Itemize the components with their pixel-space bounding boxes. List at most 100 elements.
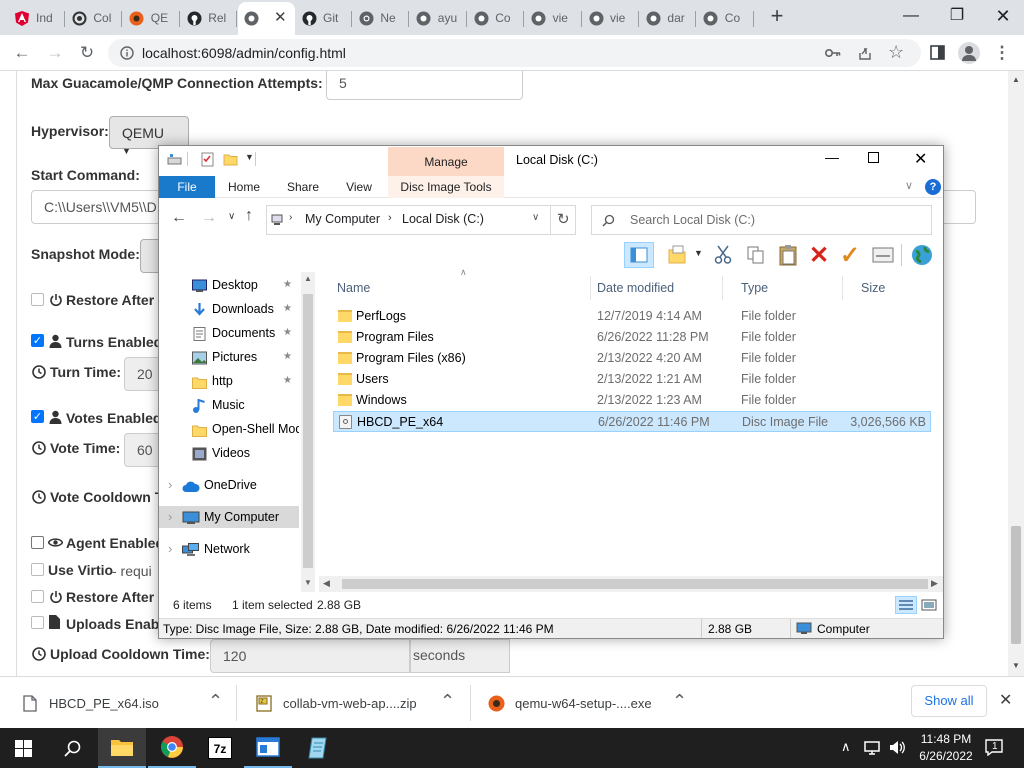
explorer-minimize-button[interactable]: — bbox=[825, 149, 839, 165]
use-virtio-checkbox[interactable] bbox=[31, 563, 44, 576]
file-row[interactable]: Windows 2/13/2022 1:23 AM File folder bbox=[333, 390, 931, 411]
rename-checkmark-icon[interactable]: ✓ bbox=[840, 241, 860, 270]
network-tray-icon[interactable] bbox=[864, 741, 880, 755]
windows-start-icon[interactable] bbox=[15, 740, 32, 757]
breadcrumb-local-disk[interactable]: Local Disk (C:) bbox=[402, 212, 484, 226]
taskbar-file-explorer[interactable] bbox=[98, 728, 146, 768]
browser-tab[interactable]: Co bbox=[697, 4, 754, 32]
help-icon[interactable]: ? bbox=[925, 179, 941, 195]
file-row[interactable]: HBCD_PE_x64 6/26/2022 11:46 PM Disc Image … bbox=[333, 411, 931, 432]
file-list-horizontal-scrollbar[interactable]: ◀ ▶ bbox=[319, 576, 943, 592]
browser-tab[interactable]: Rel bbox=[180, 4, 238, 32]
cut-icon[interactable] bbox=[714, 245, 732, 265]
nav-item[interactable]: Desktop ★ bbox=[159, 274, 299, 296]
key-icon[interactable] bbox=[825, 47, 841, 59]
show-hidden-icons-icon[interactable]: ∧ bbox=[841, 739, 851, 755]
explorer-titlebar[interactable]: ▼ Manage Local Disk (C:) — ✕ bbox=[159, 146, 943, 176]
properties-card-icon[interactable] bbox=[872, 247, 894, 263]
expand-chevron-icon[interactable]: › bbox=[168, 474, 172, 496]
file-row[interactable]: PerfLogs 12/7/2019 4:14 AM File folder bbox=[333, 306, 931, 327]
browser-tab[interactable]: Ne bbox=[352, 4, 410, 32]
nav-item[interactable]: Videos bbox=[159, 442, 299, 464]
properties-icon[interactable] bbox=[200, 152, 215, 167]
recent-locations-icon[interactable]: ∨ bbox=[228, 211, 235, 222]
restore-after-2-checkbox[interactable] bbox=[31, 590, 44, 603]
notification-center[interactable]: 1 bbox=[985, 738, 1003, 757]
close-tab-icon[interactable]: ✕ bbox=[274, 8, 287, 26]
upload-cooldown-input[interactable]: 120 bbox=[210, 639, 410, 673]
ribbon-expand-icon[interactable]: ∨ bbox=[905, 179, 913, 192]
file-row[interactable]: Program Files 6/26/2022 11:28 PM File fold… bbox=[333, 327, 931, 348]
restore-after-checkbox[interactable] bbox=[31, 293, 44, 306]
download-options-chevron-icon[interactable]: ⌃ bbox=[440, 691, 455, 712]
forward-icon[interactable]: → bbox=[45, 43, 65, 63]
new-folder-icon[interactable] bbox=[223, 152, 238, 166]
ribbon-share-tab[interactable]: Share bbox=[277, 176, 329, 198]
taskbar-app[interactable] bbox=[244, 728, 292, 768]
browser-tab[interactable]: Ind bbox=[8, 4, 65, 32]
restore-button[interactable]: ❐ bbox=[934, 4, 980, 30]
taskbar-notepad[interactable] bbox=[294, 728, 342, 768]
folder-options-icon[interactable] bbox=[667, 245, 687, 265]
file-list-scrollbar-thumb[interactable] bbox=[342, 579, 928, 589]
expand-chevron-icon[interactable]: › bbox=[168, 538, 172, 560]
details-view-button[interactable] bbox=[895, 596, 917, 614]
agent-enabled-checkbox[interactable] bbox=[31, 536, 44, 549]
paste-icon[interactable] bbox=[778, 244, 798, 266]
column-header-type[interactable]: Type bbox=[723, 276, 843, 300]
browser-tab[interactable]: Col bbox=[65, 4, 123, 32]
nav-item[interactable]: http ★ bbox=[159, 370, 299, 392]
file-row[interactable]: Program Files (x86) 2/13/2022 4:20 AM File… bbox=[333, 348, 931, 369]
manage-tab-label[interactable]: Manage bbox=[388, 155, 504, 169]
nav-item[interactable]: Pictures ★ bbox=[159, 346, 299, 368]
download-options-chevron-icon[interactable]: ⌃ bbox=[208, 691, 223, 712]
large-icons-view-icon[interactable] bbox=[921, 599, 937, 611]
download-item[interactable]: HBCD_PE_x64.iso ⌃ bbox=[20, 677, 223, 729]
taskbar-7zip[interactable]: 7z bbox=[196, 728, 244, 768]
copy-icon[interactable] bbox=[746, 245, 766, 265]
ribbon-file-tab[interactable]: File bbox=[159, 176, 215, 198]
browser-tab[interactable]: vie bbox=[525, 4, 582, 32]
nav-item[interactable]: Downloads ★ bbox=[159, 298, 299, 320]
explorer-address-bar[interactable]: › My Computer › Local Disk (C:) ∨ ↻ bbox=[266, 205, 576, 235]
forward-arrow-icon[interactable]: → bbox=[201, 209, 217, 227]
expand-chevron-icon[interactable]: › bbox=[168, 506, 172, 528]
clock-time[interactable]: 11:48 PM bbox=[918, 732, 974, 746]
download-item[interactable]: qemu-w64-setup-....exe ⌃ bbox=[486, 677, 687, 729]
clock-date[interactable]: 6/26/2022 bbox=[914, 749, 978, 763]
info-icon[interactable] bbox=[120, 46, 134, 60]
reload-icon[interactable]: ↻ bbox=[77, 43, 97, 63]
file-explorer-window[interactable]: ▼ Manage Local Disk (C:) — ✕ File Home S… bbox=[158, 145, 944, 639]
explorer-search-box[interactable]: Search Local Disk (C:) bbox=[591, 205, 932, 235]
new-tab-button[interactable]: + bbox=[765, 5, 789, 29]
nav-item[interactable]: Open-Shell Mod bbox=[159, 418, 299, 440]
votes-enabled-checkbox[interactable]: ✓ bbox=[31, 410, 44, 423]
scroll-up-icon[interactable]: ▲ bbox=[1012, 75, 1020, 84]
explorer-maximize-button[interactable] bbox=[868, 152, 879, 163]
uploads-enabled-checkbox[interactable] bbox=[31, 616, 44, 629]
explorer-close-button[interactable]: ✕ bbox=[914, 149, 927, 169]
download-item[interactable]: Zcollab-vm-web-ap....zip ⌃ bbox=[254, 677, 455, 729]
folder-options-dropdown-icon[interactable]: ▼ bbox=[694, 248, 703, 258]
back-icon[interactable]: ← bbox=[12, 43, 32, 63]
up-arrow-icon[interactable]: ↑ bbox=[245, 207, 253, 225]
browser-tab[interactable]: vie bbox=[582, 4, 639, 32]
scroll-down-icon[interactable]: ▼ bbox=[304, 578, 312, 587]
share-icon[interactable] bbox=[857, 45, 873, 61]
details-pane-button[interactable] bbox=[624, 242, 654, 268]
browser-tab[interactable]: ✕ bbox=[237, 2, 295, 35]
globe-icon[interactable] bbox=[911, 244, 933, 266]
search-icon[interactable] bbox=[64, 740, 81, 757]
nav-item[interactable]: Music bbox=[159, 394, 299, 416]
browser-tab[interactable]: Git bbox=[295, 4, 352, 32]
nav-item[interactable]: › Network bbox=[159, 538, 299, 560]
scroll-right-icon[interactable]: ▶ bbox=[931, 578, 938, 589]
volume-icon[interactable] bbox=[889, 740, 905, 755]
nav-item[interactable]: › OneDrive bbox=[159, 474, 299, 496]
breadcrumb-my-computer[interactable]: My Computer bbox=[305, 212, 380, 226]
browser-tab[interactable]: Co bbox=[467, 4, 525, 32]
side-panel-icon[interactable] bbox=[930, 45, 945, 60]
browser-tab[interactable]: dar bbox=[639, 4, 697, 32]
page-scrollbar-thumb[interactable] bbox=[1011, 526, 1021, 644]
page-scrollbar[interactable]: ▲ ▼ bbox=[1008, 71, 1024, 676]
